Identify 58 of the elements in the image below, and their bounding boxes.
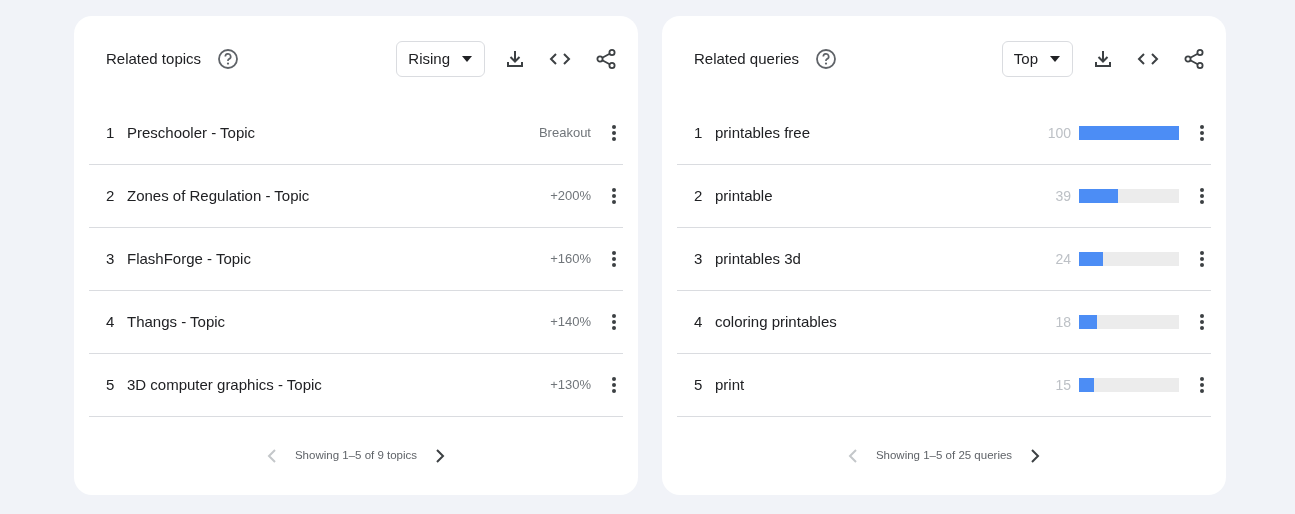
interest-value: 24	[1054, 249, 1071, 269]
more-icon	[611, 250, 617, 268]
rank-number: 5	[106, 374, 116, 395]
interest-value: 15	[1054, 375, 1071, 395]
more-icon	[611, 187, 617, 205]
interest-value: 39	[1054, 186, 1071, 206]
more-icon	[1199, 124, 1205, 142]
caret-icon	[462, 56, 472, 62]
more-icon	[611, 313, 617, 331]
download-icon	[1093, 49, 1113, 69]
rank-number: 1	[694, 122, 704, 143]
rank-number: 5	[694, 374, 704, 395]
interest-value: 18	[1054, 312, 1071, 332]
item-label: Preschooler - Topic	[127, 122, 257, 143]
item-label: printables free	[715, 122, 812, 143]
rank-number: 3	[694, 248, 704, 269]
item-label: FlashForge - Topic	[127, 248, 252, 269]
change-value: Breakout	[538, 124, 591, 143]
pagination-text: Showing 1–5 of 9 topics	[294, 448, 418, 464]
rank-number: 4	[694, 311, 704, 332]
pagination-text: Showing 1–5 of 25 queries	[875, 448, 1013, 464]
more-icon	[611, 376, 617, 394]
interest-value: 100	[1046, 123, 1071, 143]
item-label: printable	[715, 185, 774, 206]
help-icon[interactable]	[217, 48, 240, 70]
change-value: +200%	[550, 187, 591, 206]
help-icon[interactable]	[815, 48, 838, 70]
item-label: coloring printables	[715, 311, 838, 332]
rank-number: 2	[106, 185, 116, 206]
change-value: +160%	[550, 250, 591, 269]
more-icon	[1199, 376, 1205, 394]
period-dropdown[interactable]: Rising	[396, 41, 485, 77]
item-label: print	[715, 374, 746, 395]
item-label: Zones of Regulation - Topic	[127, 185, 311, 206]
item-label: printables 3d	[715, 248, 802, 269]
chevron-left-icon	[847, 449, 858, 463]
more-icon	[1199, 313, 1205, 331]
item-label: Thangs - Topic	[127, 311, 227, 332]
download-icon	[505, 49, 525, 69]
caret-icon	[1050, 56, 1060, 62]
rank-number: 4	[106, 311, 116, 332]
share-icon	[595, 48, 617, 70]
rank-number: 1	[106, 122, 116, 143]
chevron-right-icon	[1030, 449, 1041, 463]
rank-number: 2	[694, 185, 704, 206]
more-icon	[611, 124, 617, 142]
item-label: 3D computer graphics - Topic	[127, 374, 323, 395]
panel-title: Related topics	[106, 48, 202, 69]
period-dropdown[interactable]: Top	[1001, 41, 1073, 77]
more-icon	[1199, 250, 1205, 268]
chevron-left-icon	[266, 449, 277, 463]
change-value: +140%	[550, 313, 591, 332]
change-value: +130%	[550, 376, 591, 395]
panel-title: Related queries	[694, 48, 800, 69]
share-icon	[1183, 48, 1205, 70]
rank-number: 3	[106, 248, 116, 269]
more-icon	[1199, 187, 1205, 205]
chevron-right-icon	[435, 449, 446, 463]
